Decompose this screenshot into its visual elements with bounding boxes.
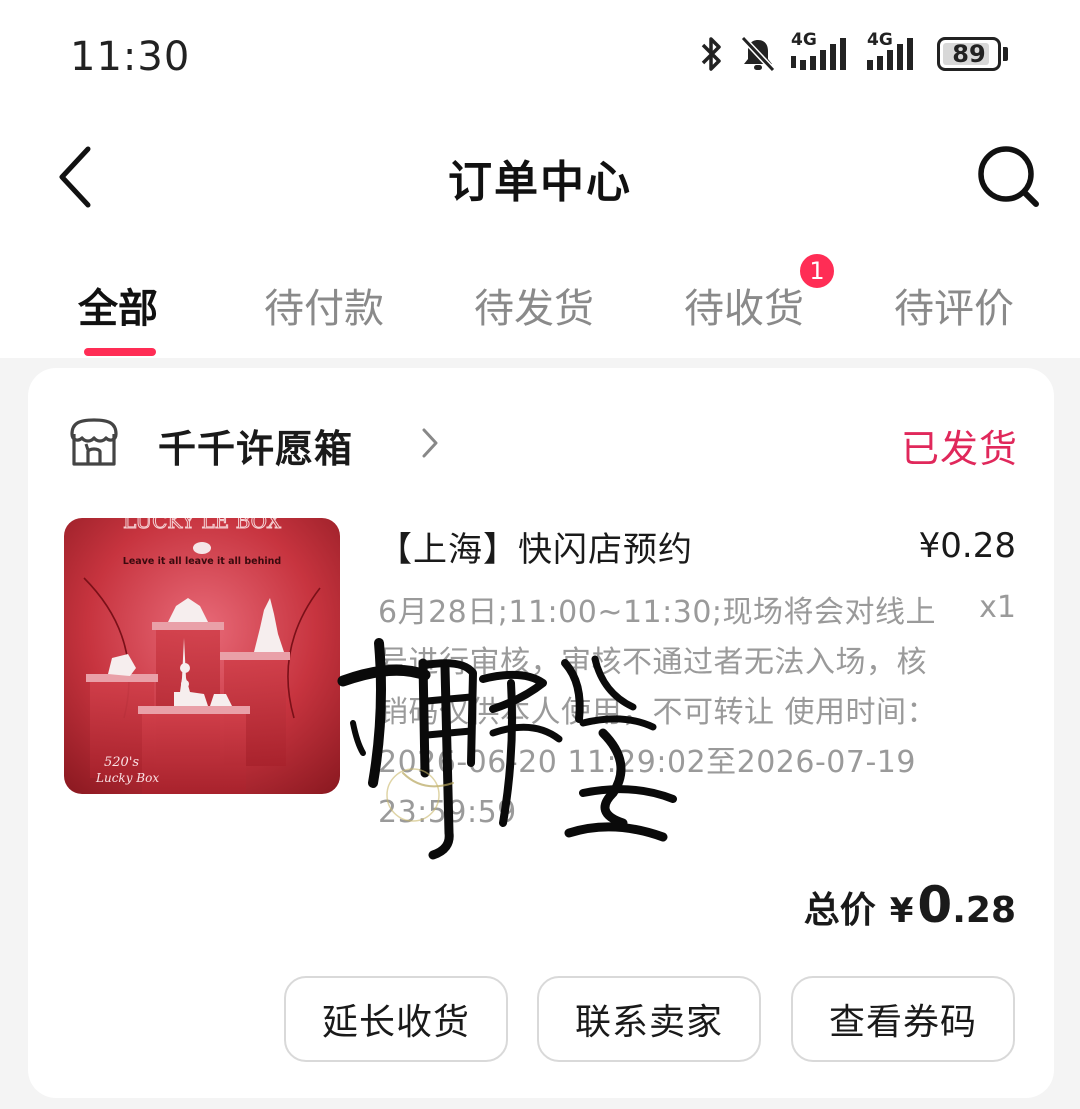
page-title: 订单中心 [448,157,632,208]
product-image[interactable]: LUCKY LE BOX Leave it all leave it all b… [64,518,340,794]
total-decimal: .28 [952,890,1016,931]
status-bar: 11:30 4G 4G 89 [0,0,1080,120]
order-card[interactable]: 千千许愿箱 已发货 LUCKY LE BOX Leave it all leav [28,368,1054,1098]
tab-pending-payment[interactable]: 待付款 [264,276,384,334]
battery-level: 89 [952,40,986,68]
product-image-line-text: Leave it all leave it all behind [123,556,281,567]
tab-pending-review[interactable]: 待评价 [894,276,1014,334]
shop-row[interactable]: 千千许愿箱 已发货 [66,412,1018,472]
tab-pending-receipt[interactable]: 待收货 [684,276,804,334]
header: 订单中心 [0,120,1080,240]
tab-pending-shipment[interactable]: 待发货 [474,276,594,334]
order-status: 已发货 [900,427,1018,471]
product-name[interactable]: 【上海】快闪店预约 [378,522,693,571]
shop-name[interactable]: 千千许愿箱 [158,418,353,473]
signal-icon [791,38,846,70]
product-price: ¥0.28 [918,526,1016,566]
tab-badge: 1 [798,252,836,290]
total-integer: 0 [917,876,953,934]
battery-icon: 89 [937,37,1008,71]
search-button[interactable] [976,144,1042,210]
extend-receipt-button[interactable]: 延长收货 [284,976,508,1062]
product-image-top-text: LUCKY LE BOX [123,518,282,533]
product-quantity: x1 [979,590,1016,625]
mute-bell-icon [740,35,776,73]
order-total: 总价 ¥ 0 .28 [804,876,1016,934]
view-voucher-code-button[interactable]: 查看券码 [791,976,1015,1062]
order-tabs: 全部 待付款 待发货 待收货 1 待评价 [0,240,1080,358]
signal-2: 4G [867,30,923,74]
contact-seller-button[interactable]: 联系卖家 [537,976,761,1062]
product-image-brand-2: Lucky Box [95,771,159,785]
signal-1: 4G [791,30,853,74]
active-tab-indicator [84,348,156,356]
total-currency: ¥ [889,891,914,931]
product-description: 6月28日;11:00~11:30;现场将会对线上号进行审核，审核不通过者无法入… [378,595,938,830]
product-image-brand-1: 520's [104,755,139,770]
tab-all[interactable]: 全部 [78,276,158,334]
shop-icon [70,418,118,466]
status-icons: 4G 4G 89 [699,30,1008,74]
total-label: 总价 [803,890,876,931]
search-icon [978,146,1039,207]
status-time: 11:30 [70,34,191,80]
chevron-right-icon [422,428,438,458]
signal-icon [867,38,913,70]
product-image-art: LUCKY LE BOX Leave it all leave it all b… [64,518,340,794]
bluetooth-icon [701,37,721,71]
